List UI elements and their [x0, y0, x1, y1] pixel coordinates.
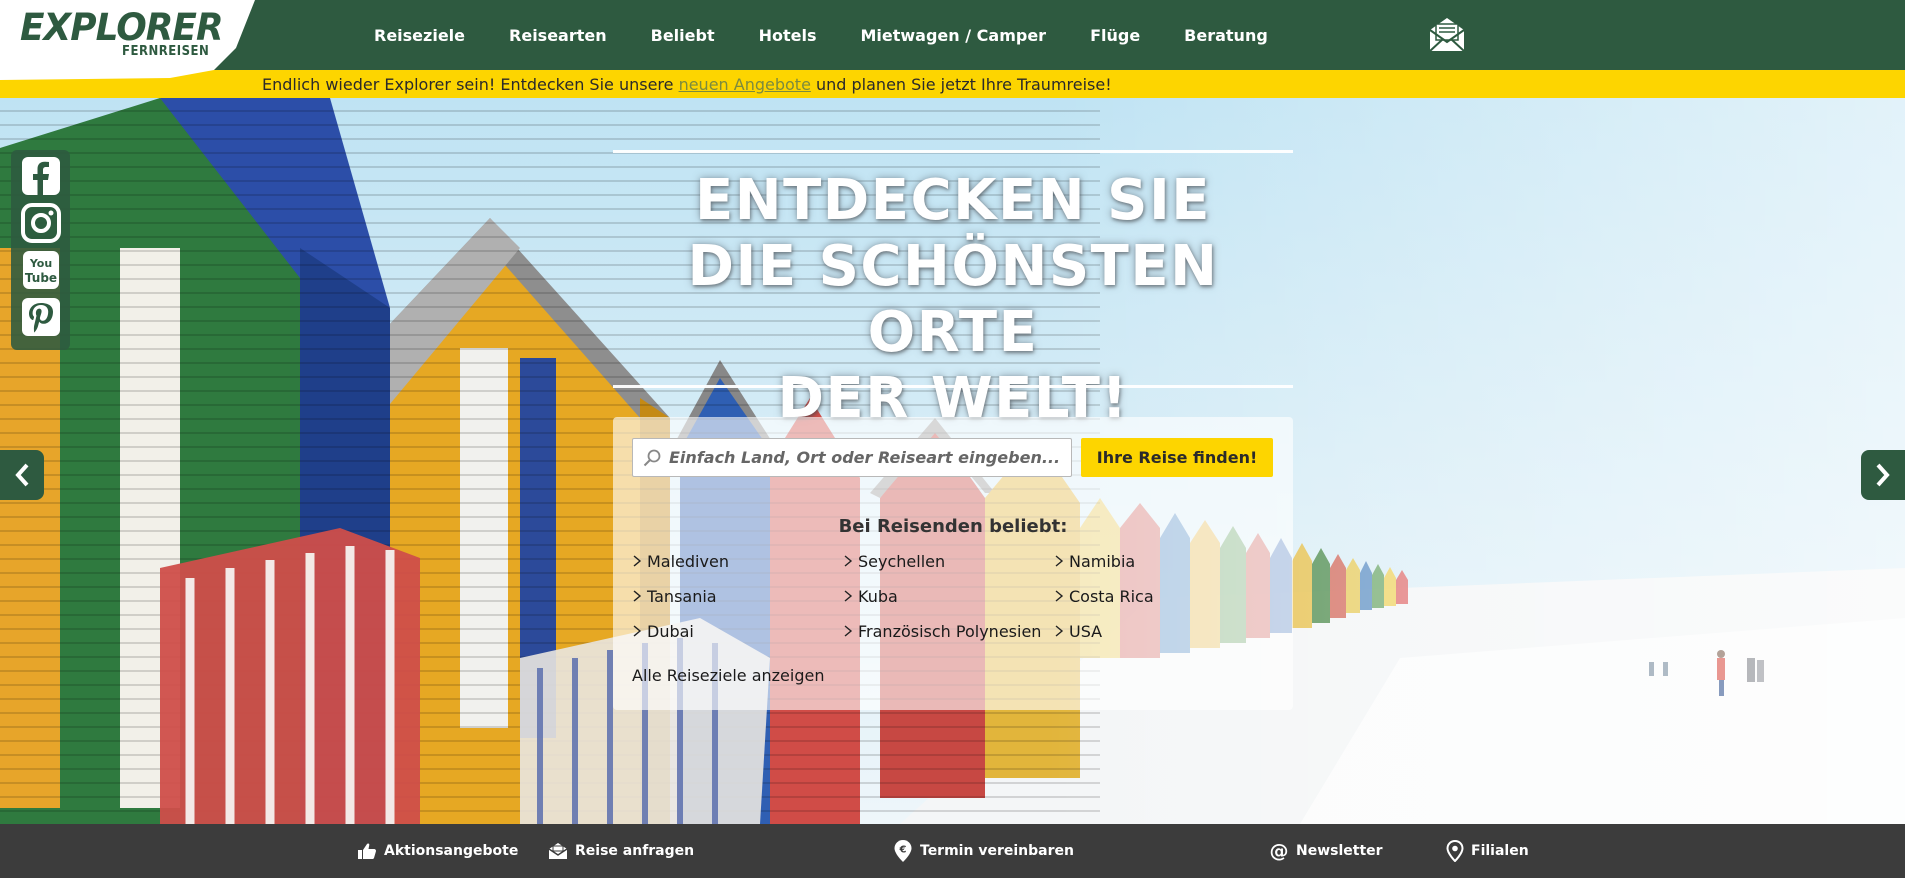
svg-text:@: @	[1270, 841, 1289, 861]
request-trip-link[interactable]: Reise anfragen	[548, 824, 694, 878]
chevron-right-icon	[844, 590, 853, 602]
nav-item-beliebt[interactable]: Beliebt	[629, 26, 737, 45]
all-destinations-link[interactable]: Alle Reiseziele anzeigen	[632, 666, 824, 685]
newsletter-link[interactable]: @ Newsletter	[1269, 824, 1383, 878]
offers-label: Aktionsangebote	[384, 843, 519, 859]
instagram-icon[interactable]	[20, 203, 61, 243]
headline-divider-bottom	[613, 385, 1293, 388]
slider-next-button[interactable]	[1861, 450, 1905, 500]
facebook-icon[interactable]	[21, 156, 61, 196]
search-panel: Ihre Reise finden! Bei Reisenden beliebt…	[613, 417, 1293, 710]
svg-text:€: €	[899, 845, 907, 856]
at-sign-icon: @	[1270, 841, 1289, 861]
destination-label: Malediven	[647, 551, 729, 571]
destination-label: USA	[1069, 621, 1103, 641]
chevron-right-icon	[633, 555, 642, 567]
thumbs-up-icon	[358, 843, 377, 859]
nav-item-fluege[interactable]: Flüge	[1068, 26, 1162, 45]
branches-link[interactable]: Filialen	[1446, 824, 1529, 878]
chevron-right-icon	[844, 555, 853, 567]
search-input[interactable]	[632, 438, 1072, 477]
destination-label: Französisch Polynesien	[858, 621, 1042, 641]
chevron-right-icon	[1055, 555, 1064, 567]
headline-line-1: ENTDECKEN SIE	[694, 168, 1212, 233]
chevron-right-icon	[633, 625, 642, 637]
logo-wordmark: EXPLORER	[20, 6, 224, 49]
slider-prev-button[interactable]	[0, 450, 44, 500]
nav-item-hotels[interactable]: Hotels	[737, 26, 839, 45]
find-trip-button[interactable]: Ihre Reise finden!	[1081, 438, 1273, 477]
announcement-prefix: Endlich wieder Explorer sein! Entdecken …	[262, 75, 679, 94]
destination-label: Dubai	[647, 621, 694, 641]
destination-link-franzoesisch-polynesien[interactable]: Französisch Polynesien	[843, 620, 1054, 642]
main-nav: Reiseziele Reisearten Beliebt Hotels Mie…	[352, 0, 1290, 70]
destination-label: Kuba	[858, 586, 898, 606]
destination-label: Seychellen	[858, 551, 946, 571]
nav-item-beratung[interactable]: Beratung	[1162, 26, 1290, 45]
destination-label: Costa Rica	[1069, 586, 1154, 606]
top-navigation-bar: Reiseziele Reisearten Beliebt Hotels Mie…	[0, 0, 1905, 70]
chevron-right-icon	[1876, 463, 1890, 487]
chevron-right-icon	[1055, 590, 1064, 602]
destination-link-namibia[interactable]: Namibia	[1054, 550, 1265, 572]
destination-link-usa[interactable]: USA	[1054, 620, 1265, 642]
destination-link-dubai[interactable]: Dubai	[632, 620, 843, 642]
newsletter-label: Newsletter	[1296, 843, 1383, 859]
appointment-label: Termin vereinbaren	[920, 843, 1074, 859]
destination-link-costa-rica[interactable]: Costa Rica	[1054, 585, 1265, 607]
social-links: You Tube	[11, 150, 70, 350]
popular-destinations-title: Bei Reisenden beliebt:	[838, 516, 1068, 537]
chevron-right-icon	[1055, 625, 1064, 637]
destination-label: Tansania	[647, 586, 717, 606]
chevron-left-icon	[15, 463, 29, 487]
mail-icon[interactable]	[1428, 15, 1466, 53]
nav-item-mietwagen-camper[interactable]: Mietwagen / Camper	[838, 26, 1068, 45]
destination-link-tansania[interactable]: Tansania	[632, 585, 843, 607]
envelope-icon	[548, 843, 568, 859]
announcement-text: Endlich wieder Explorer sein! Entdecken …	[262, 75, 1112, 94]
svg-text:You: You	[28, 257, 51, 270]
headline-line-2: DIE SCHÖNSTEN ORTE	[687, 234, 1219, 365]
location-pin-icon	[1446, 840, 1464, 862]
search-icon	[643, 449, 661, 467]
announcement-suffix: und planen Sie jetzt Ihre Traumreise!	[810, 75, 1112, 94]
offers-link[interactable]: Aktionsangebote	[357, 824, 518, 878]
svg-text:Tube: Tube	[24, 271, 56, 285]
destination-link-seychellen[interactable]: Seychellen	[843, 550, 1054, 572]
destination-label: Namibia	[1069, 551, 1136, 571]
announcement-bar: Endlich wieder Explorer sein! Entdecken …	[0, 70, 1905, 98]
hero-headline: ENTDECKEN SIE DIE SCHÖNSTEN ORTE DER WEL…	[613, 168, 1293, 432]
nav-item-reiseziele[interactable]: Reiseziele	[352, 26, 487, 45]
location-pin-euro-icon: €	[894, 840, 912, 862]
destination-link-malediven[interactable]: Malediven	[632, 550, 843, 572]
popular-destinations-list: Malediven Seychellen Namibia Tansania Ku…	[632, 550, 1272, 642]
logo-subtitle: FERNREISEN	[122, 44, 210, 59]
youtube-icon[interactable]: You Tube	[21, 250, 61, 290]
appointment-link[interactable]: € Termin vereinbaren	[893, 824, 1074, 878]
branches-label: Filialen	[1471, 843, 1529, 859]
chevron-right-icon	[844, 625, 853, 637]
request-trip-label: Reise anfragen	[575, 843, 695, 859]
nav-item-reisearten[interactable]: Reisearten	[487, 26, 629, 45]
bottom-action-bar: Aktionsangebote Reise anfragen € Termin …	[0, 824, 1905, 878]
pinterest-icon[interactable]	[21, 297, 61, 337]
headline-divider-top	[613, 150, 1293, 153]
chevron-right-icon	[633, 590, 642, 602]
announcement-link[interactable]: neuen Angebote	[679, 75, 811, 94]
destination-link-kuba[interactable]: Kuba	[843, 585, 1054, 607]
